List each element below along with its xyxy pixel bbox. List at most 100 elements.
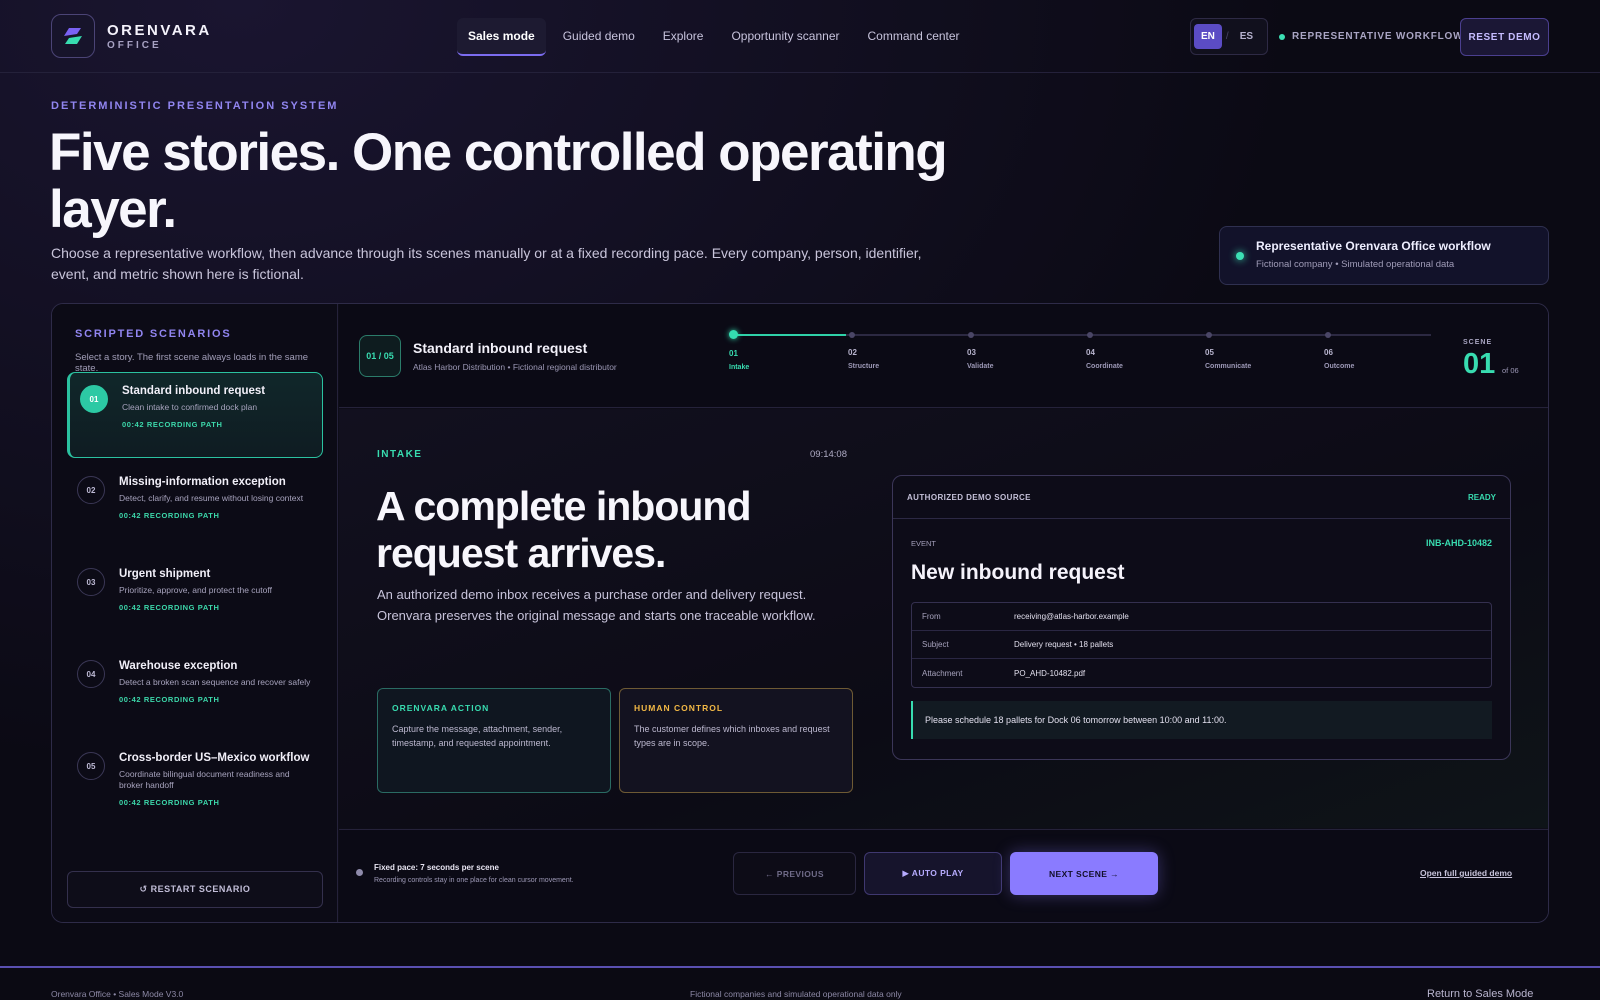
brand-sub: OFFICE xyxy=(107,39,162,51)
scene-stage: INTAKE 09:14:08 A complete inbound reque… xyxy=(339,409,1548,828)
rep-card-sub: Fictional company • Simulated operationa… xyxy=(1256,259,1455,270)
lang-separator: / xyxy=(1225,31,1229,42)
row-value: PO_AHD-10482.pdf xyxy=(1014,668,1086,678)
return-to-sales-link[interactable]: Return to Sales Mode xyxy=(1427,988,1533,1000)
scenario-path: 00:42 RECORDING PATH xyxy=(119,798,220,807)
reset-demo-button[interactable]: RESET DEMO xyxy=(1460,18,1549,56)
step-label: Structure xyxy=(848,362,880,370)
step-coordinate[interactable]: 04 Coordinate xyxy=(1086,328,1123,370)
recording-controls: Fixed pace: 7 seconds per scene Recordin… xyxy=(339,829,1548,922)
scenario-item-4[interactable]: 04 Warehouse exception Detect a broken s… xyxy=(67,648,323,734)
scene-number: 01 xyxy=(1463,348,1496,380)
restart-scenario-button[interactable]: ↺ RESTART SCENARIO xyxy=(67,871,323,908)
step-label: Communicate xyxy=(1205,362,1252,370)
status-dot-icon xyxy=(1279,33,1285,40)
next-scene-button[interactable]: NEXT SCENE → xyxy=(1010,852,1158,895)
orenvara-action-card: ORENVARA ACTION Capture the message, att… xyxy=(377,688,611,793)
scene-header: 01 / 05 Standard inbound request Atlas H… xyxy=(339,304,1548,408)
top-bar: ORENVARA OFFICE Sales mode Guided demo E… xyxy=(0,0,1600,73)
nav-opportunity-scanner[interactable]: Opportunity scanner xyxy=(720,18,850,56)
step-number: 02 xyxy=(848,347,857,357)
sidebar-sub: Select a story. The first scene always l… xyxy=(75,352,309,374)
representative-workflow-card: Representative Orenvara Office workflow … xyxy=(1219,226,1549,285)
event-title: New inbound request xyxy=(911,561,1125,584)
nav-command-center[interactable]: Command center xyxy=(857,18,971,56)
workflow-status: REPRESENTATIVE WORKFLOW xyxy=(1279,31,1463,42)
scenario-desc: Detect, clarify, and resume without losi… xyxy=(119,493,304,503)
human-control-card: HUMAN CONTROL The customer defines which… xyxy=(619,688,853,793)
footer-version: Orenvara Office • Sales Mode V3.0 xyxy=(51,989,184,999)
event-label: EVENT xyxy=(911,539,937,548)
step-label: Validate xyxy=(967,362,994,370)
hero-title: Five stories. One controlled operating l… xyxy=(49,123,948,239)
ready-badge: READY xyxy=(1467,492,1496,502)
step-dot-icon xyxy=(968,331,974,338)
step-outcome[interactable]: 06 Outcome xyxy=(1324,328,1354,370)
orenvara-logo-icon xyxy=(51,14,95,58)
rep-card-title: Representative Orenvara Office workflow xyxy=(1256,239,1491,253)
demo-source-card: AUTHORIZED DEMO SOURCE READY EVENT INB-A… xyxy=(892,475,1511,760)
scene-stepper: 01 Intake 02 Structure 03 Validate 04 Co… xyxy=(729,328,1439,378)
scenario-item-1[interactable]: 01 Standard inbound request Clean intake… xyxy=(67,372,323,458)
scene-description: An authorized demo inbox receives a purc… xyxy=(377,587,816,623)
nav-sales-mode[interactable]: Sales mode xyxy=(457,18,546,56)
stepper-progress xyxy=(733,334,846,336)
language-toggle: EN / ES xyxy=(1190,18,1268,55)
status-dot-icon xyxy=(1236,252,1244,260)
step-number: 04 xyxy=(1086,347,1095,357)
pace-title: Fixed pace: 7 seconds per scene xyxy=(374,863,499,872)
step-intake[interactable]: 01 Intake xyxy=(729,328,749,371)
scene-title: A complete inbound request arrives. xyxy=(376,483,752,576)
action-body: Capture the message, attachment, sender,… xyxy=(392,724,563,748)
table-row: Subject Delivery request • 18 pallets xyxy=(912,631,1491,659)
step-label: Coordinate xyxy=(1086,362,1123,370)
scenario-number: 05 xyxy=(77,752,105,780)
nav-explore[interactable]: Explore xyxy=(652,18,715,56)
open-guided-demo-link[interactable]: Open full guided demo xyxy=(1420,868,1512,878)
step-number: 05 xyxy=(1205,347,1214,357)
hero-eyebrow: DETERMINISTIC PRESENTATION SYSTEM xyxy=(51,100,339,112)
brand[interactable]: ORENVARA OFFICE xyxy=(51,14,212,58)
scenario-name: Urgent shipment xyxy=(119,568,211,580)
scene-total: of 06 xyxy=(1502,366,1519,375)
brand-name: ORENVARA xyxy=(107,21,212,39)
workflow-status-label: REPRESENTATIVE WORKFLOW xyxy=(1292,31,1464,42)
scenario-desc: Prioritize, approve, and protect the cut… xyxy=(119,585,272,595)
scenario-item-5[interactable]: 05 Cross-border US–Mexico workflow Coord… xyxy=(67,740,323,826)
scenario-number: 01 xyxy=(80,385,108,413)
scene-kicker: INTAKE xyxy=(377,449,423,460)
table-row: Attachment PO_AHD-10482.pdf xyxy=(912,659,1491,687)
lang-en-button[interactable]: EN xyxy=(1194,24,1222,49)
action-kicker: ORENVARA ACTION xyxy=(392,703,490,713)
step-number: 01 xyxy=(729,349,738,358)
scenario-name: Standard inbound request xyxy=(122,385,266,397)
scenario-number: 03 xyxy=(77,568,105,596)
scene-label: SCENE xyxy=(1463,339,1493,346)
scenario-name: Cross-border US–Mexico workflow xyxy=(119,752,310,764)
table-row: From receiving@atlas-harbor.example xyxy=(912,603,1491,631)
step-number: 06 xyxy=(1324,347,1333,357)
human-kicker: HUMAN CONTROL xyxy=(634,703,724,713)
nav-guided-demo[interactable]: Guided demo xyxy=(552,18,646,56)
event-id: INB-AHD-10482 xyxy=(1425,538,1492,548)
scenario-title: Standard inbound request xyxy=(413,340,588,356)
step-number: 03 xyxy=(967,347,976,357)
scenario-item-3[interactable]: 03 Urgent shipment Prioritize, approve, … xyxy=(67,556,323,642)
step-structure[interactable]: 02 Structure xyxy=(848,328,879,370)
previous-button[interactable]: ← PREVIOUS xyxy=(733,852,856,895)
auto-play-button[interactable]: ▶ AUTO PLAY xyxy=(864,852,1002,895)
scenario-desc: Clean intake to confirmed dock plan xyxy=(122,402,258,412)
row-key: Subject xyxy=(922,640,949,649)
row-value: Delivery request • 18 pallets xyxy=(1014,640,1114,649)
step-communicate[interactable]: 05 Communicate xyxy=(1205,328,1251,370)
scenario-item-2[interactable]: 02 Missing-information exception Detect,… xyxy=(67,464,323,550)
human-body: The customer defines which inboxes and r… xyxy=(634,724,830,748)
step-dot-icon xyxy=(1206,331,1212,338)
scenario-desc: Coordinate bilingual document readiness … xyxy=(119,769,290,790)
footer-disclaimer: Fictional companies and simulated operat… xyxy=(690,989,902,999)
lang-es-button[interactable]: ES xyxy=(1233,24,1260,49)
footer: Orenvara Office • Sales Mode V3.0 Fictio… xyxy=(0,968,1600,1000)
step-validate[interactable]: 03 Validate xyxy=(967,328,993,370)
event-details: From receiving@atlas-harbor.example Subj… xyxy=(911,602,1492,688)
scenario-number: 04 xyxy=(77,660,105,688)
